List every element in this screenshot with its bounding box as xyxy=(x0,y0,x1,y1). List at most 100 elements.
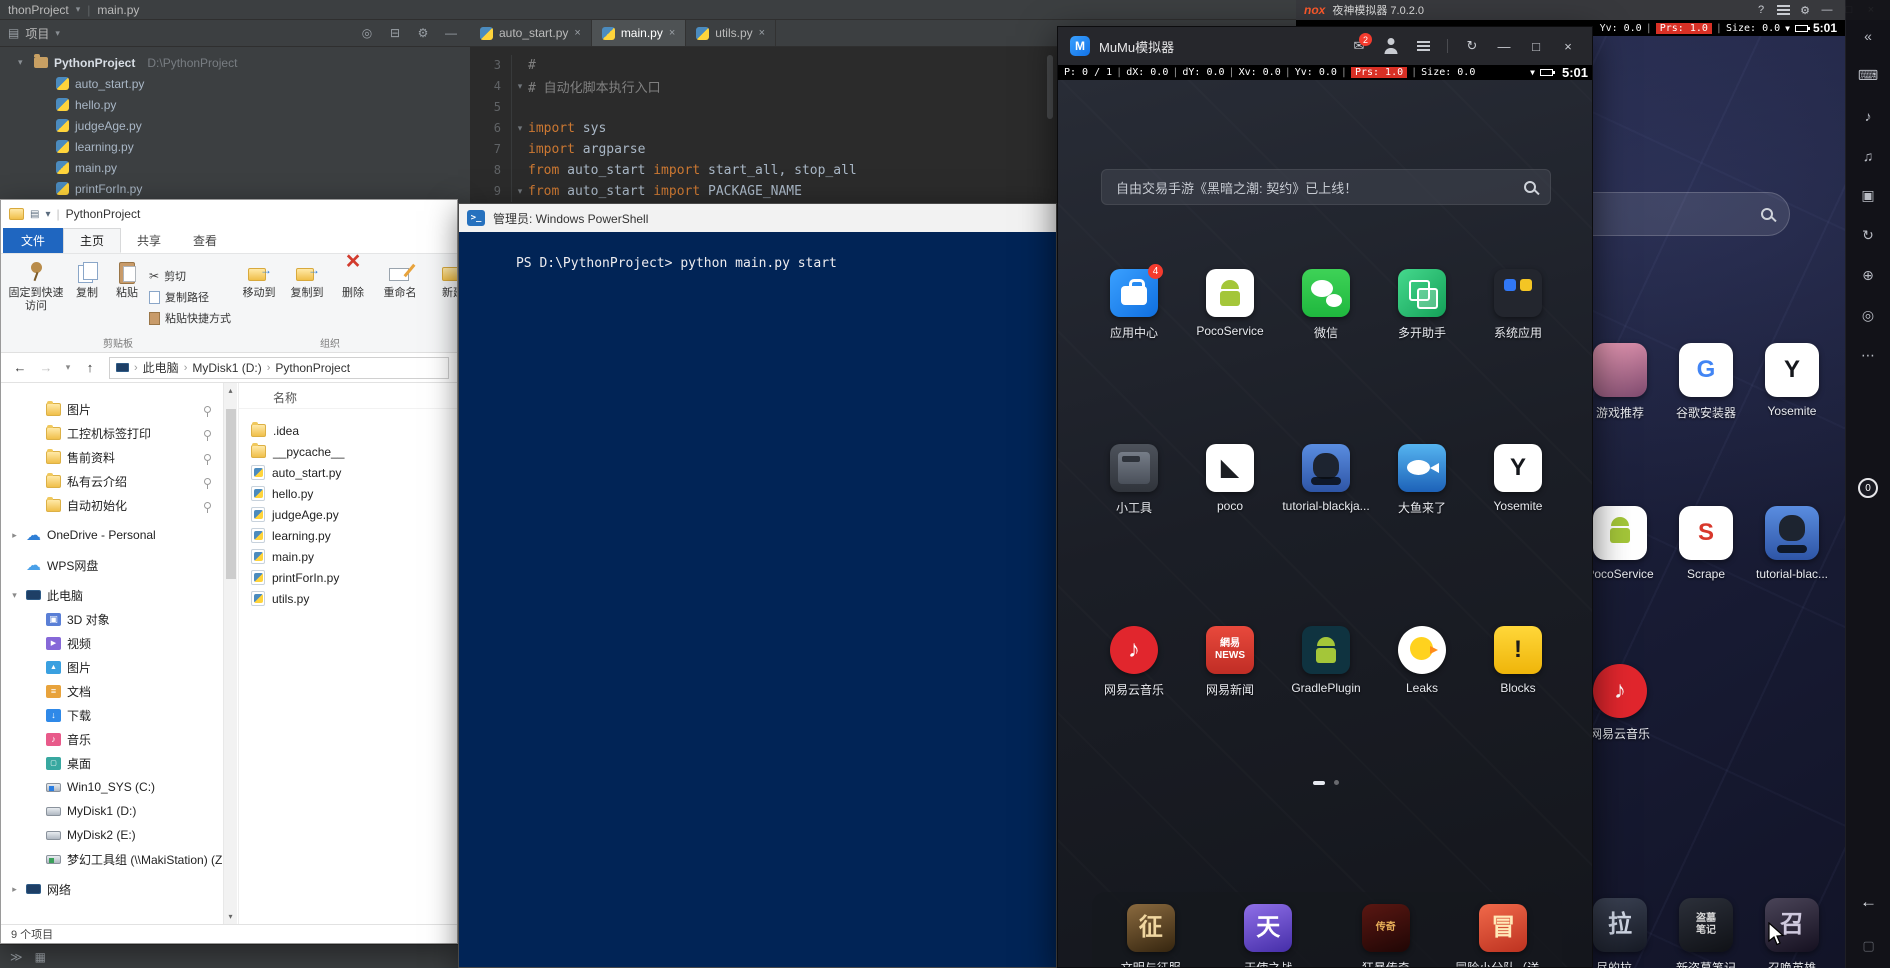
app-小工具[interactable]: 小工具 xyxy=(1091,444,1177,516)
app-冒险小分队（送…[interactable]: 冒冒险小分队（送… xyxy=(1455,904,1551,967)
fold-icon[interactable]: ▾ xyxy=(512,186,528,197)
breadcrumb[interactable]: › 此电脑 › MyDisk1 (D:) › PythonProject xyxy=(109,356,449,379)
expand-arrow-icon[interactable]: ▾ xyxy=(18,57,28,68)
app-新盗墓笔记[interactable]: 盗墓 笔记 新盗墓笔记 xyxy=(1663,898,1749,968)
keyboard-icon[interactable]: ⌨ xyxy=(1846,64,1890,87)
breadcrumb-item[interactable]: MyDisk1 (D:) xyxy=(192,361,261,375)
toolwindow-grid-icon[interactable]: ▦ xyxy=(35,950,46,964)
expand-arrow-icon[interactable]: ▾ xyxy=(9,590,20,601)
nav-item[interactable]: 音乐 xyxy=(1,727,223,751)
nav-item[interactable]: 梦幻工具组 (\\MakiStation) (Z xyxy=(1,847,223,871)
move-to-button[interactable]: 移动到 xyxy=(235,259,283,300)
mumu-mail-icon[interactable]: ✉ 2 xyxy=(1347,33,1372,58)
ribbon-tab-查看[interactable]: 查看 xyxy=(177,228,233,253)
mumu-minimize-button[interactable]: — xyxy=(1492,34,1516,58)
scroll-up-icon[interactable]: ▴ xyxy=(224,386,237,395)
nav-item[interactable]: 下载 xyxy=(1,703,223,727)
app-tutorial-blackja...[interactable]: tutorial-blackja... xyxy=(1282,444,1370,516)
app-召唤英雄[interactable]: 召召唤英雄 xyxy=(1749,898,1835,968)
collapse-all-icon[interactable]: ⊟ xyxy=(384,26,406,40)
editor-scrollbar[interactable] xyxy=(1047,55,1053,119)
quick-access-caret-icon[interactable]: ▾ xyxy=(45,209,50,220)
paste-shortcut-button[interactable]: 粘贴快捷方式 xyxy=(149,310,231,326)
expand-arrow-icon[interactable]: ▸ xyxy=(9,530,20,541)
panel-settings-icon[interactable]: ⚙ xyxy=(412,26,434,40)
rotate-icon[interactable]: ↻ xyxy=(1846,224,1890,247)
breadcrumb-item[interactable]: PythonProject xyxy=(275,361,350,375)
nav-item[interactable]: 文档 xyxy=(1,679,223,703)
instance-count-badge[interactable]: 0 xyxy=(1858,478,1878,498)
rename-button[interactable]: 重命名 xyxy=(375,259,425,300)
nav-item[interactable]: Win10_SYS (C:) xyxy=(1,775,223,799)
collapse-icon[interactable]: « xyxy=(1846,24,1890,47)
file-row[interactable]: learning.py xyxy=(239,525,457,546)
search-icon[interactable] xyxy=(1524,181,1536,193)
app-谷歌安装器[interactable]: G 谷歌安装器 xyxy=(1663,343,1749,421)
nav-item[interactable]: ▸ OneDrive - Personal xyxy=(1,523,223,547)
nav-scrollbar[interactable]: ▴ ▾ xyxy=(223,383,237,924)
location-icon[interactable]: ◎ xyxy=(1846,304,1890,327)
project-tree-root[interactable]: ▾ PythonProject D:\PythonProject xyxy=(0,52,470,73)
project-tree-file[interactable]: main.py xyxy=(0,157,470,178)
back-button[interactable]: ← xyxy=(9,360,31,375)
nav-item[interactable]: 售前资料 xyxy=(1,445,223,469)
app-多开助手[interactable]: 多开助手 xyxy=(1379,269,1465,341)
mumu-close-button[interactable]: × xyxy=(1556,34,1580,58)
locate-file-icon[interactable]: ◎ xyxy=(356,26,378,40)
app-tutorial-blac...[interactable]: tutorial-blac... xyxy=(1749,506,1835,581)
nox-help-button[interactable]: ? xyxy=(1750,0,1772,22)
project-tree-file[interactable]: learning.py xyxy=(0,136,470,157)
chevron-down-icon[interactable]: ▾ xyxy=(55,28,60,39)
nav-item[interactable]: MyDisk1 (D:) xyxy=(1,799,223,823)
app-Blocks[interactable]: ! Blocks xyxy=(1475,626,1561,698)
nav-item[interactable]: ▾ 此电脑 xyxy=(1,583,223,607)
app-GradlePlugin[interactable]: GradlePlugin xyxy=(1283,626,1369,698)
ribbon-tab-文件[interactable]: 文件 xyxy=(3,228,64,253)
column-header-name[interactable]: 名称 xyxy=(239,387,457,409)
delete-button[interactable]: 删除 xyxy=(331,255,375,300)
chevron-down-icon[interactable]: ▾ xyxy=(76,4,81,15)
file-row[interactable]: main.py xyxy=(239,546,457,567)
tab-close-icon[interactable]: × xyxy=(759,27,765,39)
app-微信[interactable]: 微信 xyxy=(1283,269,1369,341)
project-tree-file[interactable]: auto_start.py xyxy=(0,73,470,94)
app-poco[interactable]: ◣ poco xyxy=(1187,444,1273,516)
scrollbar-thumb[interactable] xyxy=(226,409,236,579)
nav-item[interactable]: 自动初始化 xyxy=(1,493,223,517)
app-网易新闻[interactable]: 網易 NEWS 网易新闻 xyxy=(1187,626,1273,698)
collapse-toolwindows-icon[interactable]: ≫ xyxy=(10,950,23,964)
nav-item[interactable]: 图片 xyxy=(1,655,223,679)
app-文明与征服[interactable]: 征文明与征服 xyxy=(1108,904,1194,967)
app-系统应用[interactable]: 系统应用 xyxy=(1475,269,1561,341)
ribbon-tab-主页[interactable]: 主页 xyxy=(63,228,122,253)
file-row[interactable]: __pycache__ xyxy=(239,441,457,462)
project-tree-file[interactable]: judgeAge.py xyxy=(0,115,470,136)
editor-tab-utils.py[interactable]: utils.py × xyxy=(686,20,777,46)
file-row[interactable]: .idea xyxy=(239,420,457,441)
up-button[interactable]: ↑ xyxy=(79,360,101,375)
editor-tab-auto_start.py[interactable]: auto_start.py × xyxy=(470,20,592,46)
mumu-maximize-button[interactable]: □ xyxy=(1524,34,1548,58)
fold-icon[interactable]: ▾ xyxy=(512,81,528,92)
copy-to-button[interactable]: 复制到 xyxy=(283,259,331,300)
breadcrumb-item[interactable]: 此电脑 xyxy=(143,359,179,376)
volume-down-icon[interactable]: ♫ xyxy=(1846,144,1890,167)
volume-up-icon[interactable]: ♪ xyxy=(1846,104,1890,127)
project-tree-file[interactable]: hello.py xyxy=(0,94,470,115)
nox-search-bar[interactable] xyxy=(1560,192,1790,236)
mumu-user-icon[interactable] xyxy=(1379,34,1403,58)
nox-minimize-button[interactable]: — xyxy=(1816,0,1838,22)
file-row[interactable]: judgeAge.py xyxy=(239,504,457,525)
copy-button[interactable]: 复制 xyxy=(67,259,107,300)
terminal-output[interactable]: PS D:\PythonProject> python main.py star… xyxy=(459,232,1056,967)
forward-button[interactable]: → xyxy=(35,360,57,375)
nav-item[interactable]: MyDisk2 (E:) xyxy=(1,823,223,847)
app-Leaks[interactable]: Leaks xyxy=(1379,626,1465,698)
paste-button[interactable]: 粘贴 xyxy=(107,259,147,300)
nox-menu-icon[interactable] xyxy=(1772,0,1794,22)
quick-access-toolbar-icon[interactable]: ▤ xyxy=(30,209,39,220)
file-row[interactable]: hello.py xyxy=(239,483,457,504)
app-Scrape[interactable]: S Scrape xyxy=(1663,506,1749,581)
cut-button[interactable]: ✂ 剪切 xyxy=(149,268,231,284)
back-button[interactable]: ← xyxy=(1846,892,1890,912)
